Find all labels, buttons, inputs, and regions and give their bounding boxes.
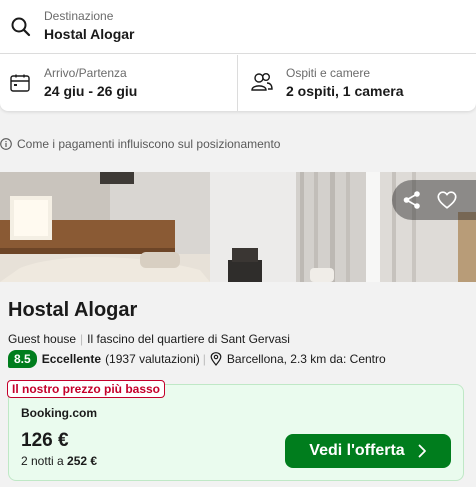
offer-card[interactable]: Booking.com 126 € 2 notti a 252 € Vedi l… <box>8 384 464 481</box>
info-icon <box>0 138 12 150</box>
rating-count: (1937 valutazioni) <box>105 352 200 366</box>
calendar-icon <box>10 74 30 92</box>
people-icon <box>251 73 273 91</box>
hotel-name[interactable]: Hostal Alogar <box>8 299 137 322</box>
hotel-meta: Guest house | Il fascino del quartiere di … <box>8 332 290 346</box>
destination-value: Hostal Alogar <box>44 26 135 42</box>
lowest-price-badge: Il nostro prezzo più basso <box>7 380 166 398</box>
chevron-right-icon <box>418 444 426 458</box>
nights-label: 2 notti a <box>21 454 64 468</box>
guests-value: 2 ospiti, 1 camera <box>286 83 404 99</box>
search-icon <box>11 17 31 37</box>
property-type: Guest house <box>8 332 77 346</box>
rating-row: 8.5 Eccellente (1937 valutazioni) | Barc… <box>8 350 386 368</box>
photo-action-bar <box>392 180 476 220</box>
ranking-info-link[interactable]: Come i pagamenti influiscono sul posizio… <box>0 137 280 151</box>
location-pin-icon <box>210 352 222 366</box>
destination-label: Destinazione <box>44 9 114 23</box>
view-deal-button[interactable]: Vedi l'offerta <box>285 434 451 468</box>
dates-value: 24 giu - 26 giu <box>44 83 138 99</box>
offer-total: 2 notti a 252 € <box>21 454 97 468</box>
ranking-info-text: Come i pagamenti influiscono sul posizio… <box>17 137 281 151</box>
rating-word: Eccellente <box>41 352 102 366</box>
rating-score-badge: 8.5 <box>8 350 37 368</box>
hotel-location: Barcellona, 2.3 km da: Centro <box>226 352 386 366</box>
hotel-tagline: Il fascino del quartiere di Sant Gervasi <box>87 332 290 346</box>
heart-icon[interactable] <box>436 189 458 211</box>
meta-divider: | <box>80 332 84 346</box>
offer-price: 126 € <box>21 430 69 451</box>
dates-field[interactable]: Arrivo/Partenza 24 giu - 26 giu <box>0 55 236 111</box>
total-price: 252 € <box>67 454 98 468</box>
guests-field[interactable]: Ospiti e camere 2 ospiti, 1 camera <box>237 55 476 111</box>
share-icon[interactable] <box>402 190 422 210</box>
guests-label: Ospiti e camere <box>286 66 371 80</box>
destination-field[interactable]: Destinazione Hostal Alogar <box>0 0 476 54</box>
dates-label: Arrivo/Partenza <box>44 66 127 80</box>
offer-provider: Booking.com <box>21 406 98 420</box>
view-deal-label: Vedi l'offerta <box>309 442 405 459</box>
search-form: Destinazione Hostal Alogar Arrivo/Parten… <box>0 0 476 111</box>
meta-divider: | <box>202 352 206 366</box>
